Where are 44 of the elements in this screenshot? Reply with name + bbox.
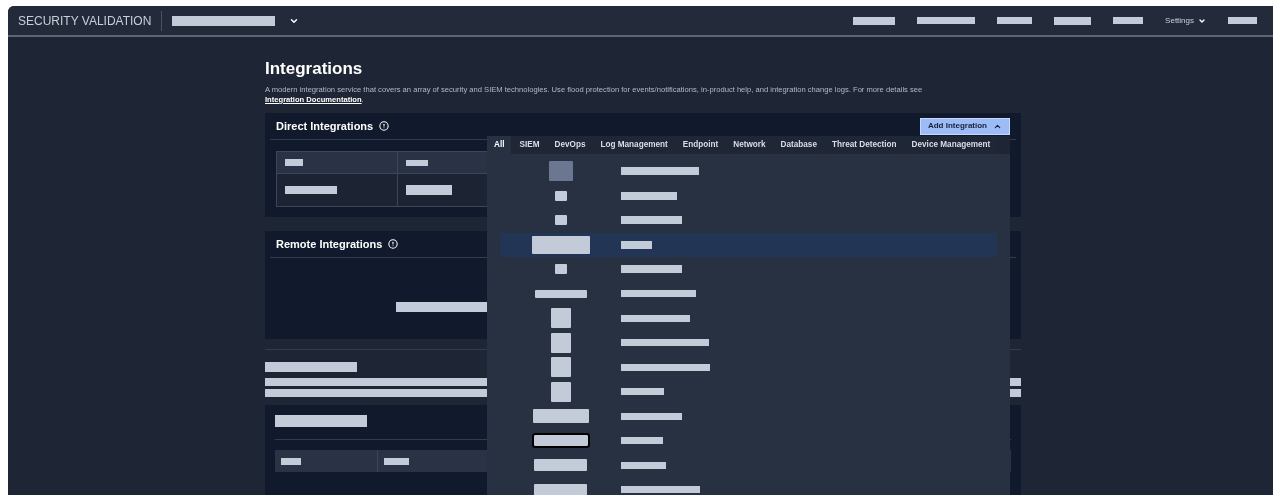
settings-menu[interactable]: Settings: [1165, 14, 1206, 27]
redaction-bar: [1228, 17, 1257, 24]
alert-circle-icon[interactable]: [379, 121, 390, 131]
redaction-bar: [1113, 17, 1144, 24]
integration-option[interactable]: [500, 232, 997, 257]
redaction-bar: [621, 191, 677, 200]
redaction-bar: [406, 185, 452, 195]
integration-logo: [550, 308, 571, 329]
integration-logo: [548, 161, 573, 182]
redaction-bar: [406, 159, 428, 166]
integration-logo: [554, 215, 567, 226]
integration-logo: [550, 332, 571, 353]
integration-logo: [550, 357, 571, 378]
redaction-bar: [621, 412, 682, 420]
integration-logo: [532, 409, 589, 424]
category-tab[interactable]: All: [487, 136, 512, 154]
redaction-bar: [853, 16, 896, 25]
integration-logo: [534, 459, 587, 472]
integration-logo: [534, 289, 587, 298]
product-name: SECURITY VALIDATION: [18, 12, 152, 30]
section-title: Direct Integrations: [276, 118, 374, 134]
page-title: Integrations: [265, 59, 364, 79]
redaction-bar: [285, 159, 303, 166]
integration-logo: [550, 381, 571, 402]
redaction-bar: [621, 314, 690, 322]
redaction-bar: [621, 240, 652, 249]
redaction-bar: [621, 216, 682, 225]
integration-logo: [534, 483, 587, 495]
redaction-bar: [384, 457, 409, 465]
section-title: Remote Integrations: [276, 236, 383, 252]
integration-logo: [554, 264, 567, 275]
redaction-bar: [621, 265, 682, 274]
redaction-bar: [1054, 16, 1092, 25]
add-integration-button[interactable]: Add Integration: [919, 117, 1010, 135]
redaction-bar: [621, 437, 663, 445]
redaction-bar: [997, 17, 1033, 24]
redaction-bar: [917, 17, 976, 24]
redaction-bar: [281, 457, 301, 465]
integration-logo: [533, 435, 588, 447]
integration-logo: [554, 190, 567, 201]
redaction-bar: [621, 461, 666, 469]
integration-logo: [531, 235, 590, 254]
redaction-bar: [285, 186, 337, 194]
alert-circle-icon[interactable]: [388, 239, 399, 249]
